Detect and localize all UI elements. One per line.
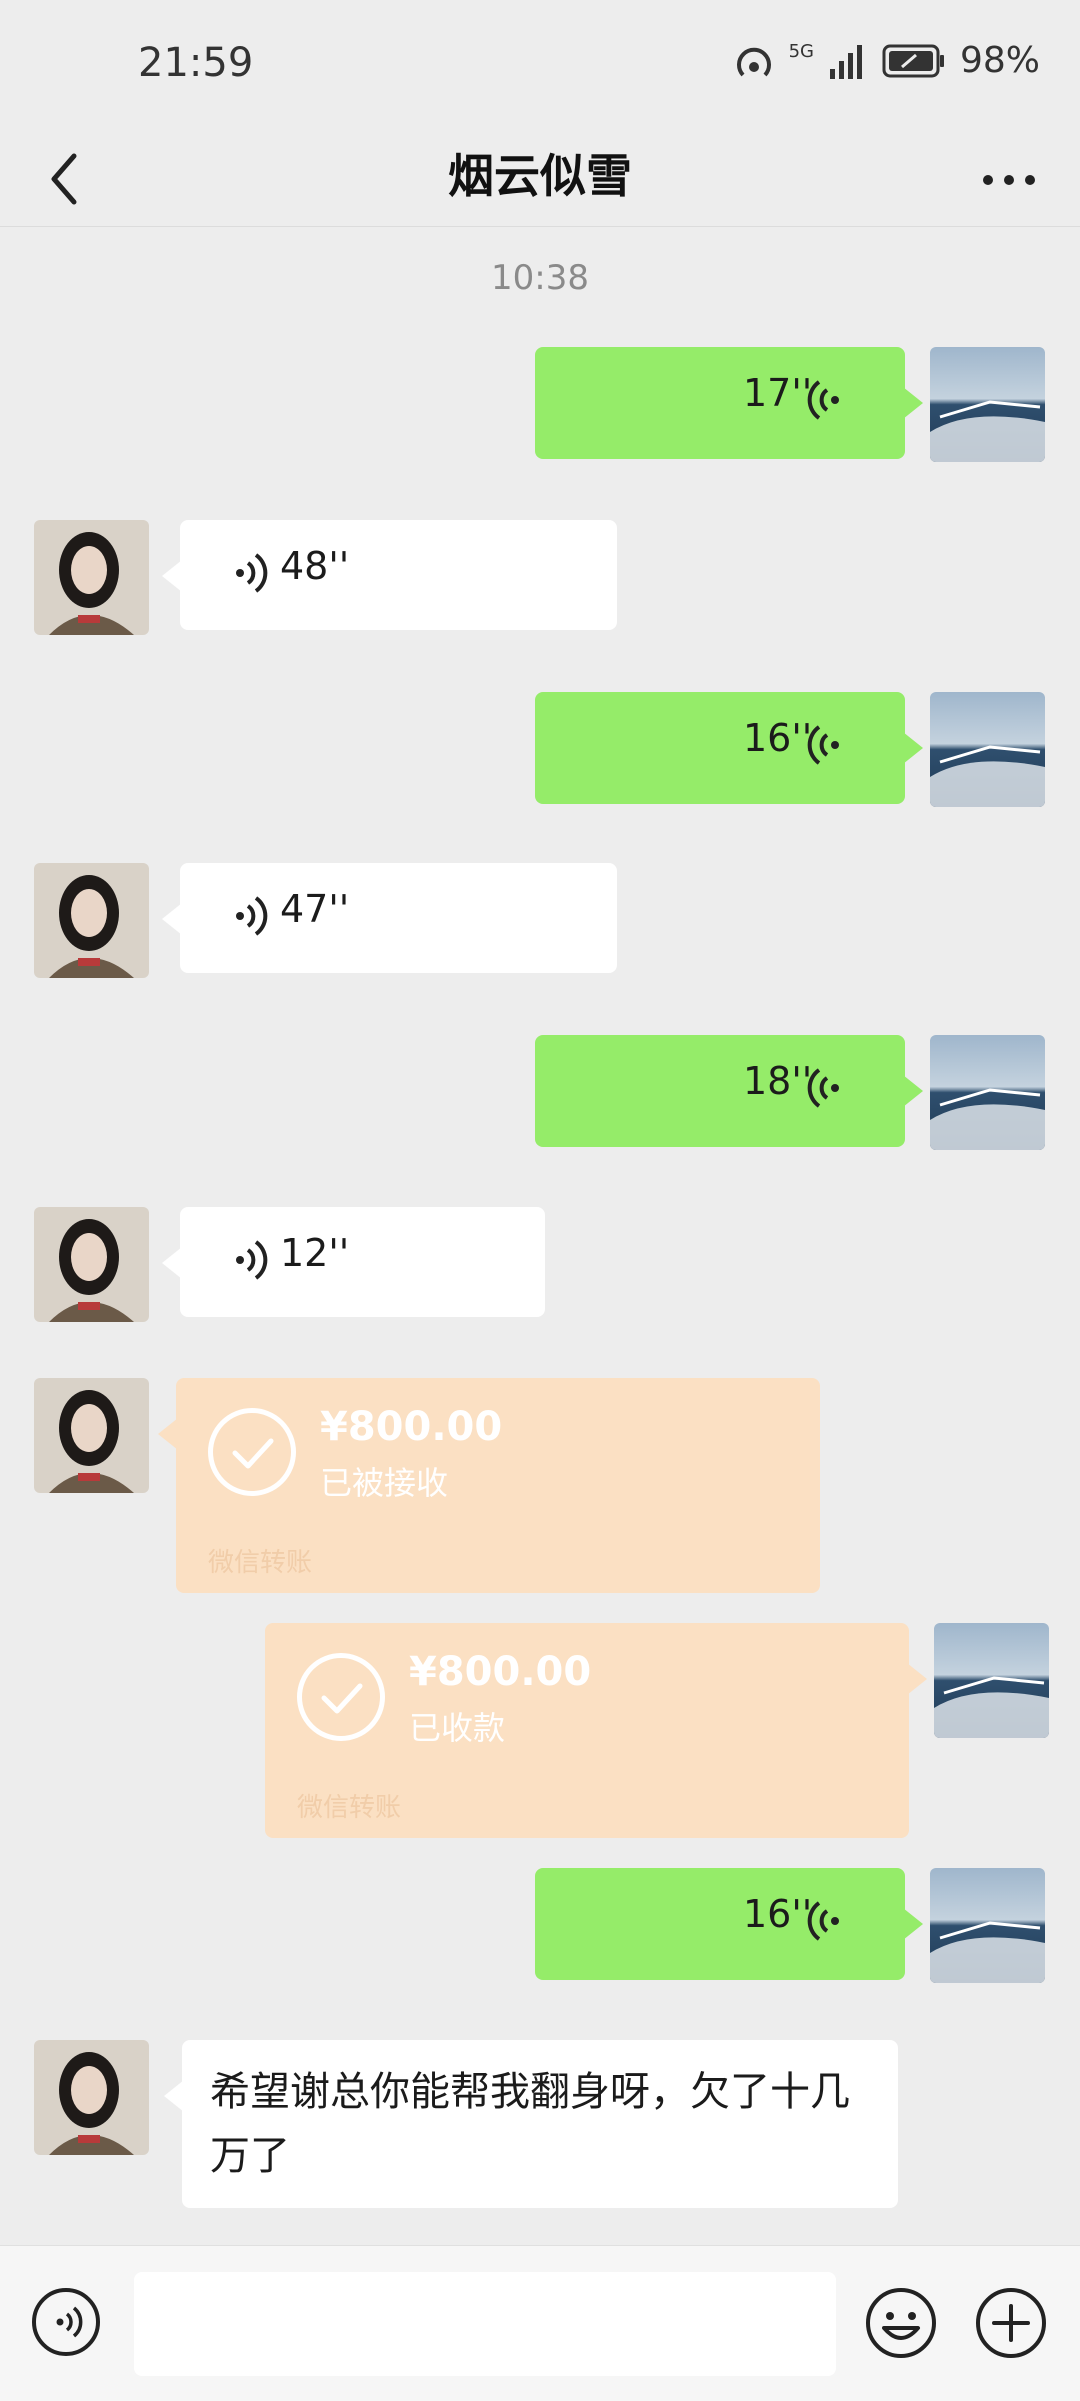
- voice-wave-icon: [807, 725, 839, 765]
- voice-wave-icon: [236, 553, 268, 593]
- hotspot-icon: [736, 47, 771, 76]
- transfer-status: 已收款: [409, 1709, 506, 1747]
- girl-avatar-image: [34, 1207, 149, 1322]
- girl-avatar-image: [34, 1378, 149, 1493]
- received-voice-message[interactable]: 12'': [162, 1207, 545, 1317]
- status-icons: 5G 98%: [733, 40, 1040, 81]
- message-input[interactable]: [134, 2272, 836, 2376]
- sent-voice-message[interactable]: 16'': [535, 692, 923, 804]
- voice-wave-icon: [236, 1240, 268, 1280]
- voice-duration: 47'': [280, 887, 350, 931]
- status-time: 21:59: [138, 40, 254, 86]
- transfer-amount: ¥800.00: [409, 1649, 592, 1695]
- sent-transfer-card[interactable]: ¥800.00 已收款 微信转账: [265, 1623, 927, 1838]
- received-transfer-card[interactable]: ¥800.00 已被接收 微信转账: [158, 1378, 820, 1593]
- received-voice-message[interactable]: 47'': [162, 863, 617, 973]
- more-icon[interactable]: [974, 150, 1044, 210]
- voice-wave-icon: [807, 1901, 839, 1941]
- voice-duration: 17'': [743, 371, 813, 415]
- voice-input-icon[interactable]: [30, 2286, 102, 2358]
- contact-avatar[interactable]: [34, 2040, 149, 2155]
- voice-duration: 12'': [280, 1231, 350, 1275]
- transfer-status: 已被接收: [320, 1464, 449, 1502]
- transfer-footer-label: 微信转账: [208, 1548, 313, 1578]
- received-voice-message[interactable]: 48'': [162, 520, 617, 630]
- girl-avatar-image: [34, 863, 149, 978]
- voice-duration: 16'': [743, 716, 813, 760]
- chat-header: 烟云似雪: [0, 130, 1080, 227]
- message-text: 希望谢总你能帮我翻身呀，欠了十几万了: [210, 2069, 850, 2179]
- input-bar: [0, 2245, 1080, 2401]
- sent-voice-message[interactable]: 18'': [535, 1035, 923, 1147]
- sea-avatar-image: [930, 1868, 1045, 1983]
- my-avatar[interactable]: [930, 692, 1045, 807]
- plus-icon[interactable]: [974, 2286, 1048, 2360]
- sea-avatar-image: [930, 347, 1045, 462]
- received-text-message[interactable]: 希望谢总你能帮我翻身呀，欠了十几万了: [164, 2040, 898, 2208]
- voice-duration: 16'': [743, 1892, 813, 1936]
- girl-avatar-image: [34, 520, 149, 635]
- sea-avatar-image: [930, 1035, 1045, 1150]
- check-icon: [297, 1653, 385, 1741]
- sent-voice-message[interactable]: 16'': [535, 1868, 923, 1980]
- transfer-amount: ¥800.00: [320, 1404, 503, 1450]
- contact-avatar[interactable]: [34, 863, 149, 978]
- voice-wave-icon: [236, 896, 268, 936]
- my-avatar[interactable]: [930, 347, 1045, 462]
- chat-timestamp: 10:38: [491, 258, 589, 298]
- my-avatar[interactable]: [930, 1035, 1045, 1150]
- sent-voice-message[interactable]: 17'': [535, 347, 923, 459]
- battery-icon: [882, 44, 944, 77]
- contact-avatar[interactable]: [34, 1207, 149, 1322]
- contact-avatar[interactable]: [34, 1378, 149, 1493]
- chat-title: 烟云似雪: [448, 149, 632, 203]
- signal-icon: [829, 44, 862, 79]
- my-avatar[interactable]: [934, 1623, 1049, 1738]
- voice-wave-icon: [807, 1068, 839, 1108]
- transfer-footer-label: 微信转账: [297, 1793, 402, 1823]
- check-icon: [208, 1408, 296, 1496]
- sea-avatar-image: [930, 692, 1045, 807]
- sea-avatar-image: [934, 1623, 1049, 1738]
- voice-duration: 18'': [743, 1059, 813, 1103]
- battery-percent: 98%: [959, 40, 1040, 81]
- girl-avatar-image: [34, 2040, 149, 2155]
- voice-duration: 48'': [280, 544, 350, 588]
- contact-avatar[interactable]: [34, 520, 149, 635]
- my-avatar[interactable]: [930, 1868, 1045, 1983]
- status-bar: 21:59 5G 98%: [0, 0, 1080, 130]
- voice-wave-icon: [807, 380, 839, 420]
- network-type-label: 5G: [788, 41, 814, 62]
- emoji-icon[interactable]: [864, 2286, 938, 2360]
